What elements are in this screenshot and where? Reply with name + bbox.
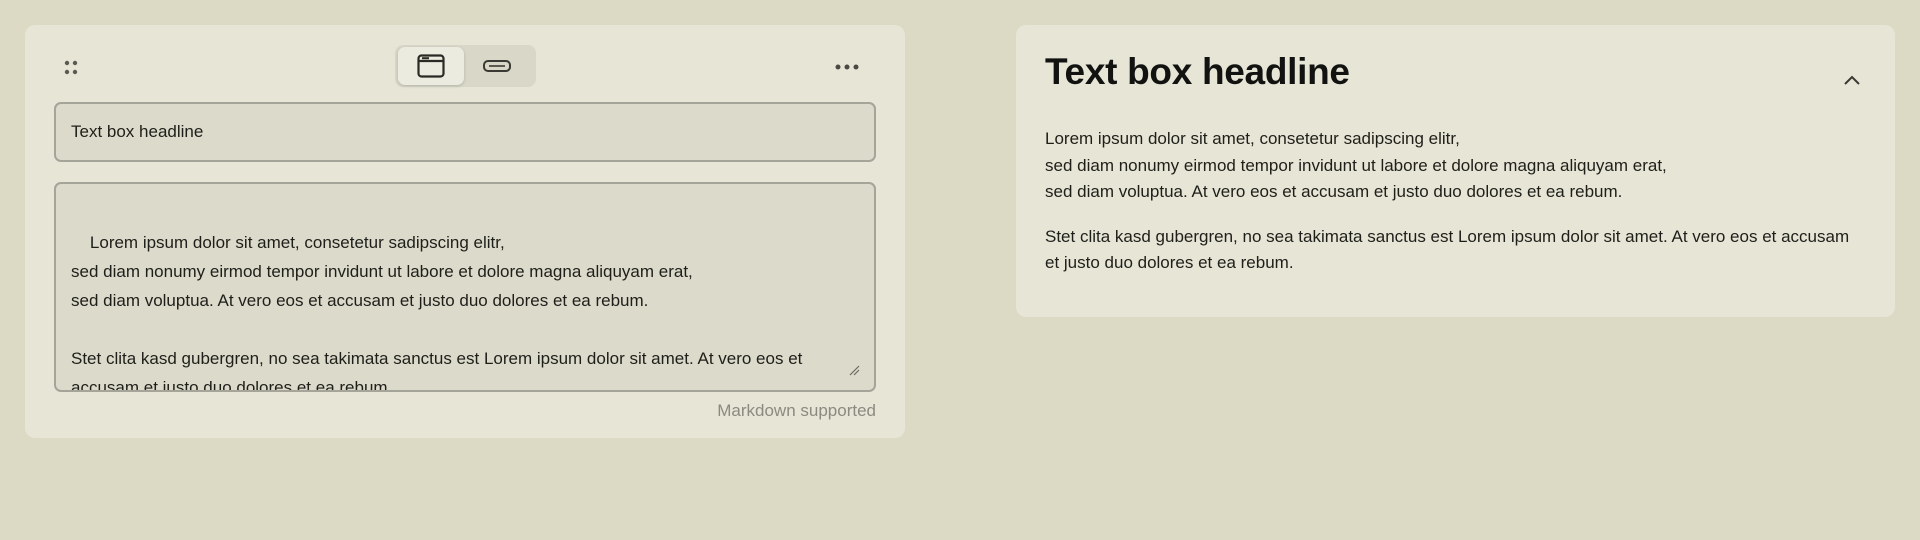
headline-input[interactable] bbox=[54, 102, 876, 162]
inline-view-icon bbox=[483, 60, 511, 72]
body-textarea[interactable]: Lorem ipsum dolor sit amet, consetetur s… bbox=[54, 182, 876, 392]
inline-view-button[interactable] bbox=[464, 47, 530, 85]
editor-card: Lorem ipsum dolor sit amet, consetetur s… bbox=[25, 25, 905, 438]
card-view-icon bbox=[417, 54, 445, 78]
preview-card: Text box headline Lorem ipsum dolor sit … bbox=[1016, 25, 1895, 317]
view-toggle bbox=[395, 45, 536, 87]
card-view-button[interactable] bbox=[398, 47, 464, 85]
preview-body: Lorem ipsum dolor sit amet, consetetur s… bbox=[1045, 126, 1865, 277]
markdown-hint: Markdown supported bbox=[717, 401, 876, 420]
preview-paragraph: Lorem ipsum dolor sit amet, consetetur s… bbox=[1045, 129, 1667, 201]
resize-grip-icon[interactable] bbox=[848, 364, 860, 376]
body-textarea-text: Lorem ipsum dolor sit amet, consetetur s… bbox=[71, 233, 803, 392]
drag-handle-icon[interactable] bbox=[61, 58, 81, 78]
preview-title: Text box headline bbox=[1045, 51, 1350, 92]
more-options-button[interactable] bbox=[832, 55, 862, 79]
chevron-up-icon bbox=[1844, 75, 1860, 85]
collapse-button[interactable] bbox=[1837, 65, 1867, 95]
preview-paragraph: Stet clita kasd gubergren, no sea takima… bbox=[1045, 226, 1850, 273]
more-options-icon bbox=[835, 64, 859, 70]
